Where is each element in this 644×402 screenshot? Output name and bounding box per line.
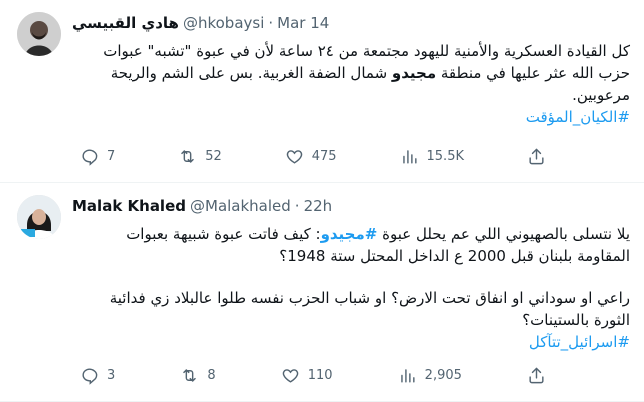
views-count: 15.5K	[426, 149, 464, 164]
views-button[interactable]: 2,905	[398, 366, 462, 385]
hashtag-link[interactable]: #اسرائيل_تتآكل	[529, 333, 630, 351]
retweet-button[interactable]: 52	[178, 147, 222, 166]
views-icon	[400, 147, 419, 166]
share-icon	[527, 366, 546, 385]
tweet-text-line: كل القيادة العسكرية والأمنية لليهود مجتم…	[103, 42, 630, 60]
tweet-text-line: مرعوبين.	[572, 86, 630, 104]
like-button[interactable]: 475	[285, 147, 337, 166]
share-button[interactable]	[527, 366, 594, 385]
tweet[interactable]: Malak Khaled @Malakhaled · 22h يلا نتسلى…	[0, 183, 644, 402]
author-name[interactable]: هادي القبيسي	[72, 14, 179, 32]
text-segment: : كيف فاتت عبوة شبيهة بعبوات	[126, 225, 321, 243]
reply-count: 3	[107, 368, 116, 383]
reply-button[interactable]: 3	[80, 366, 115, 385]
author-handle[interactable]: @hkobaysi	[183, 14, 264, 32]
tweet-text-line: راعي او سوداني او انفاق تحت الارض؟ او شب…	[109, 289, 630, 307]
hashtag-link[interactable]: #مجيدو	[321, 225, 378, 243]
share-icon	[527, 147, 546, 166]
tweet-actions: 3 8 110 2,905	[80, 366, 594, 385]
tweet-text-line: الثورة بالستينات؟	[522, 311, 630, 329]
separator-dot: ·	[294, 197, 300, 215]
reply-count: 7	[107, 149, 116, 164]
tweet[interactable]: هادي القبيسي @hkobaysi · Mar 14 كل القيا…	[0, 0, 644, 183]
retweet-button[interactable]: 8	[180, 366, 216, 385]
tweet-header: Malak Khaled @Malakhaled · 22h	[72, 197, 332, 215]
author-name[interactable]: Malak Khaled	[72, 197, 186, 215]
share-button[interactable]	[527, 147, 594, 166]
reply-icon	[80, 147, 99, 166]
tweet-text: كل القيادة العسكرية والأمنية لليهود مجتم…	[72, 40, 630, 128]
avatar[interactable]	[17, 12, 61, 56]
like-icon	[281, 366, 300, 385]
tweet-header: هادي القبيسي @hkobaysi · Mar 14	[72, 14, 329, 32]
like-button[interactable]: 110	[281, 366, 333, 385]
keyword-bold: مجيدو	[391, 64, 437, 82]
tweet-text-line: المقاومة بلبنان قبل 2000 ع الداخل المحتل…	[279, 247, 630, 265]
reply-icon	[80, 366, 99, 385]
tweet-actions: 7 52 475 15.5K	[80, 147, 594, 166]
views-button[interactable]: 15.5K	[400, 147, 464, 166]
views-count: 2,905	[424, 368, 462, 383]
retweet-count: 52	[205, 149, 222, 164]
views-icon	[398, 366, 417, 385]
like-icon	[285, 147, 304, 166]
tweet-text: يلا نتسلى بالصهيوني اللي عم يحلل عبوة #م…	[72, 223, 630, 353]
tweet-text-line: يلا نتسلى بالصهيوني اللي عم يحلل عبوة #م…	[72, 223, 630, 245]
separator-dot: ·	[268, 14, 274, 32]
like-count: 475	[311, 149, 337, 164]
timestamp[interactable]: 22h	[304, 197, 333, 215]
retweet-icon	[178, 147, 197, 166]
like-count: 110	[307, 368, 333, 383]
reply-button[interactable]: 7	[80, 147, 115, 166]
timestamp[interactable]: Mar 14	[277, 14, 329, 32]
retweet-icon	[180, 366, 199, 385]
author-handle[interactable]: @Malakhaled	[190, 197, 291, 215]
text-segment: شمال الضفة الغربية. بس على الشم والريحة	[110, 64, 392, 82]
retweet-count: 8	[207, 368, 216, 383]
hashtag-link[interactable]: #الكيان_المؤقت	[526, 108, 630, 126]
tweet-text-line: حزب الله عثر عليها في منطقة مجيدو شمال ا…	[72, 62, 630, 84]
text-segment: يلا نتسلى بالصهيوني اللي عم يحلل عبوة	[377, 225, 630, 243]
text-segment: حزب الله عثر عليها في منطقة	[436, 64, 630, 82]
avatar[interactable]	[17, 195, 61, 239]
